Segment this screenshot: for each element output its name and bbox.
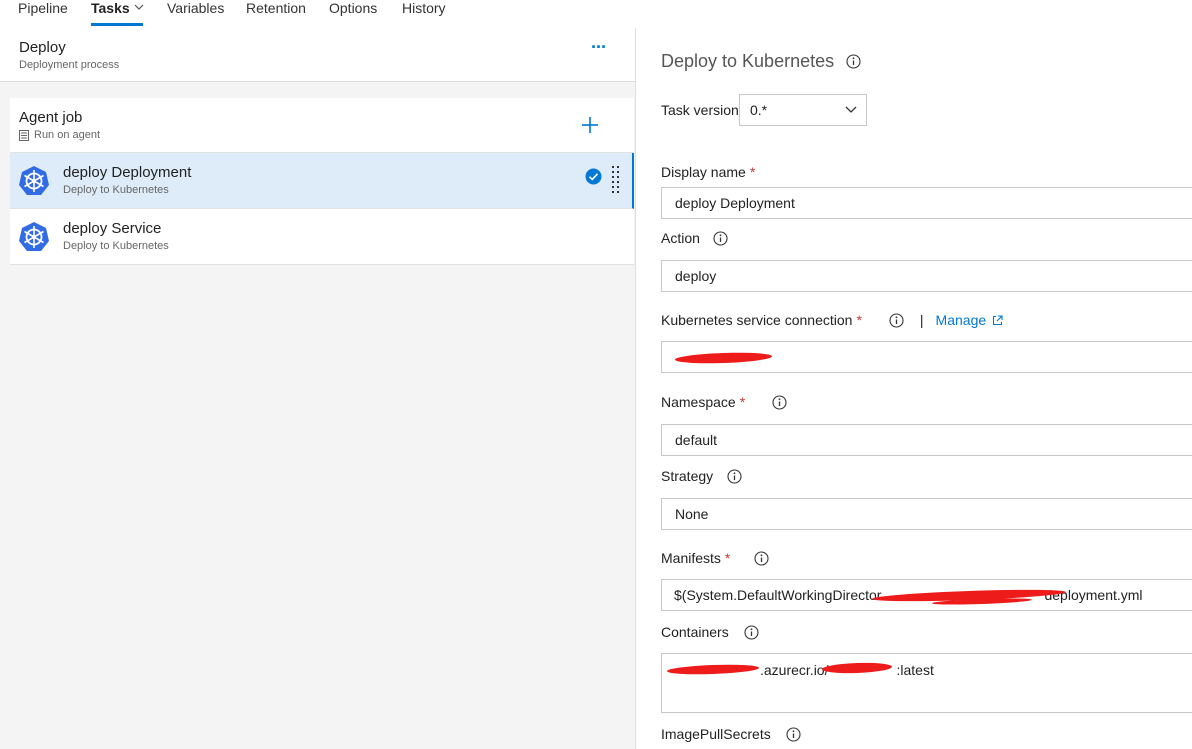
stage-header[interactable]: Deploy Deployment process ··· xyxy=(0,28,635,82)
containers-label-text: Containers xyxy=(661,624,729,640)
active-tab-indicator xyxy=(91,23,143,26)
required-marker: * xyxy=(739,394,746,410)
task-version-label: Task version xyxy=(661,102,739,118)
redaction-mark xyxy=(666,663,760,676)
display-name-field[interactable]: deploy Deployment xyxy=(661,187,1192,219)
manifests-label: Manifests * xyxy=(661,550,769,566)
tab-tasks[interactable]: Tasks xyxy=(91,0,145,16)
action-label: Action xyxy=(661,230,728,246)
agent-job-subtitle-row: Run on agent xyxy=(19,129,100,141)
manifests-prefix: $(System.DefaultWorkingDirector xyxy=(674,587,882,603)
drag-handle-icon[interactable] xyxy=(612,165,620,195)
containers-field[interactable]: .azurecr.io/ :latest xyxy=(661,653,1192,713)
more-icon[interactable]: ··· xyxy=(591,38,611,58)
k8s-connection-label: Kubernetes service connection * | Manage xyxy=(661,312,1003,328)
tab-retention[interactable]: Retention xyxy=(246,0,306,16)
required-marker: * xyxy=(856,312,862,328)
image-pull-secrets-label: ImagePullSecrets xyxy=(661,726,801,742)
server-icon xyxy=(19,129,29,141)
external-link-icon xyxy=(993,314,1003,325)
task-title: deploy Deployment xyxy=(63,164,192,181)
agent-job-title: Agent job xyxy=(19,109,83,126)
info-icon[interactable] xyxy=(772,394,787,410)
redaction-mark xyxy=(821,661,893,675)
tab-tasks-label: Tasks xyxy=(91,0,130,16)
manage-link[interactable]: Manage xyxy=(936,312,1004,328)
containers-registry: .azurecr.io/ xyxy=(760,662,829,678)
tab-options[interactable]: Options xyxy=(329,0,377,16)
agent-job[interactable]: Agent job Run on agent xyxy=(10,98,634,153)
check-circle-icon xyxy=(585,168,602,185)
info-icon[interactable] xyxy=(727,468,742,484)
task-item-deploy-service[interactable]: deploy Service Deploy to Kubernetes xyxy=(10,209,634,265)
task-title: deploy Service xyxy=(63,220,162,237)
manifests-label-text: Manifests xyxy=(661,550,721,566)
tab-bar: Pipeline Tasks Variables Retention Optio… xyxy=(0,0,1192,28)
info-icon[interactable] xyxy=(713,230,728,246)
tab-history[interactable]: History xyxy=(402,0,446,16)
k8s-connection-select[interactable] xyxy=(661,341,1192,373)
manifests-field[interactable]: $(System.DefaultWorkingDirector deploymen… xyxy=(661,579,1192,611)
containers-suffix: :latest xyxy=(896,662,934,678)
agent-job-subtitle: Run on agent xyxy=(34,129,101,141)
action-label-text: Action xyxy=(661,230,700,246)
stage-title: Deploy xyxy=(19,39,66,56)
info-icon[interactable] xyxy=(846,54,861,69)
add-icon[interactable] xyxy=(578,113,602,137)
info-icon[interactable] xyxy=(889,312,904,328)
task-settings-pane: Deploy to Kubernetes Task version 0.* Di… xyxy=(637,28,1192,749)
info-icon[interactable] xyxy=(786,726,801,742)
task-subtitle: Deploy to Kubernetes xyxy=(63,240,169,252)
display-name-label-text: Display name xyxy=(661,164,746,180)
kubernetes-icon xyxy=(19,166,49,195)
task-item-deploy-deployment[interactable]: deploy Deployment Deploy to Kubernetes xyxy=(10,153,634,209)
display-name-label: Display name * xyxy=(661,164,755,180)
tab-variables[interactable]: Variables xyxy=(167,0,224,16)
required-marker: * xyxy=(749,164,756,180)
task-subtitle: Deploy to Kubernetes xyxy=(63,184,169,196)
kubernetes-icon xyxy=(19,222,49,251)
k8s-connection-label-text: Kubernetes service connection xyxy=(661,312,853,328)
namespace-label-text: Namespace xyxy=(661,394,736,410)
chevron-down-icon xyxy=(845,106,857,113)
info-icon[interactable] xyxy=(744,624,759,640)
process-pane: Deploy Deployment process ··· Agent job … xyxy=(0,28,636,749)
task-version-value: 0.* xyxy=(750,102,768,118)
namespace-label: Namespace * xyxy=(661,394,787,410)
redaction-mark xyxy=(674,351,773,365)
namespace-field[interactable]: default xyxy=(661,424,1192,456)
image-pull-secrets-label-text: ImagePullSecrets xyxy=(661,726,771,742)
action-select[interactable]: deploy xyxy=(661,260,1192,292)
manage-link-label: Manage xyxy=(935,312,987,328)
strategy-label: Strategy xyxy=(661,468,742,484)
strategy-select[interactable]: None xyxy=(661,498,1192,530)
containers-label: Containers xyxy=(661,624,759,640)
info-icon[interactable] xyxy=(754,550,769,566)
task-settings-title-row: Deploy to Kubernetes xyxy=(661,51,861,72)
manifests-suffix: deployment.yml xyxy=(1044,587,1143,603)
task-version-select[interactable]: 0.* xyxy=(739,94,867,126)
tab-pipeline[interactable]: Pipeline xyxy=(18,0,68,16)
required-marker: * xyxy=(724,550,731,566)
separator: | xyxy=(919,312,924,328)
chevron-down-icon xyxy=(134,4,144,10)
strategy-label-text: Strategy xyxy=(661,468,714,484)
task-settings-title: Deploy to Kubernetes xyxy=(661,51,835,71)
stage-subtitle: Deployment process xyxy=(19,59,120,71)
